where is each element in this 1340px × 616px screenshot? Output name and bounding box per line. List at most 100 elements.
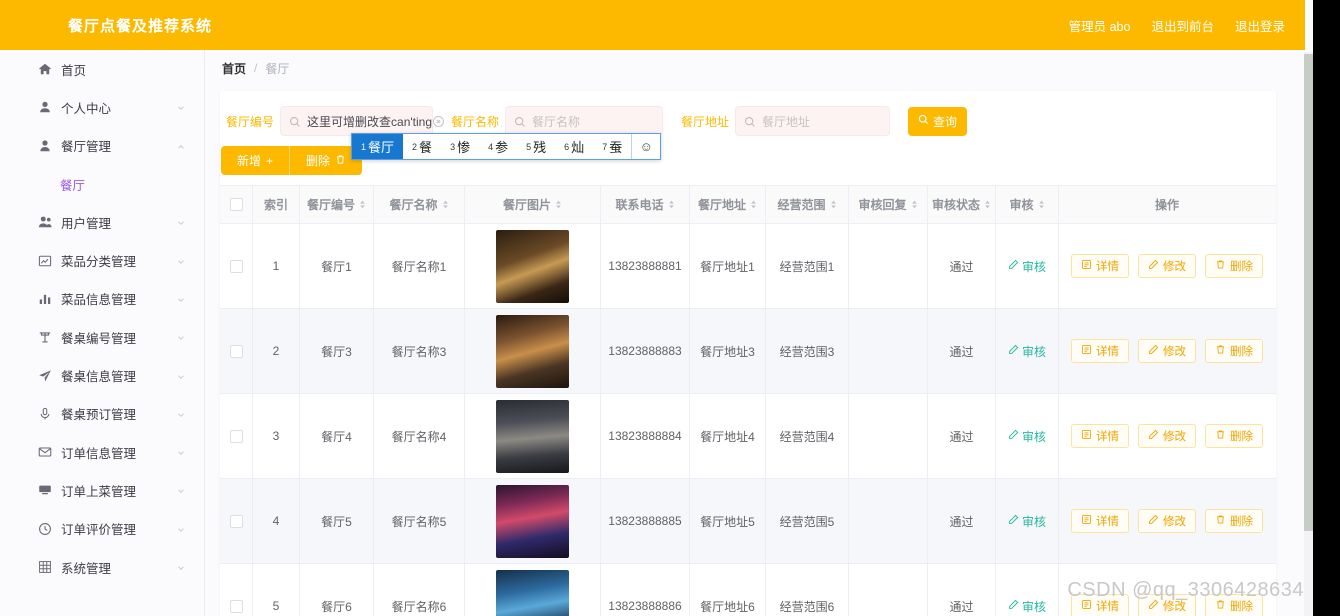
exit-to-frontend-link[interactable]: 退出到前台	[1151, 16, 1214, 35]
restaurant-no-input[interactable]: 这里可增删改查can'ting	[280, 106, 445, 136]
table-row[interactable]: 5 餐厅6 餐厅名称6 13823888886 餐厅地址6 经营范围6 通过 审核 详情 修改 删除	[220, 564, 1276, 616]
detail-button[interactable]: 详情	[1071, 424, 1129, 448]
column-header-tel[interactable]: 联系电话	[601, 186, 690, 223]
column-header-scope[interactable]: 经营范围	[766, 186, 849, 223]
row-checkbox[interactable]	[229, 429, 243, 443]
row-checkbox[interactable]	[229, 514, 243, 528]
table-icon	[38, 330, 52, 344]
sort-icon[interactable]	[359, 200, 366, 209]
ime-candidate-popup[interactable]: 1 餐厅 2 餐 3 惨 4 参 5 残 6 灿 7 蚕 ☺	[351, 133, 662, 160]
row-checkbox[interactable]	[229, 344, 243, 358]
edit-button[interactable]: 修改	[1138, 509, 1196, 533]
sidebar-item-table-info-management[interactable]: 餐桌信息管理	[0, 356, 204, 394]
clear-circle-icon[interactable]	[432, 115, 445, 128]
column-header-image[interactable]: 餐厅图片	[465, 186, 601, 223]
sort-icon[interactable]	[830, 200, 837, 209]
edit-button[interactable]: 修改	[1138, 424, 1196, 448]
cell-audit: 审核	[996, 394, 1059, 478]
ime-candidate-6[interactable]: 6灿	[555, 134, 593, 159]
sidebar-item-order-review-management[interactable]: 订单评价管理	[0, 510, 204, 548]
delete-row-button[interactable]: 删除	[1205, 594, 1263, 616]
delete-row-button[interactable]: 删除	[1205, 254, 1263, 278]
ime-candidate-1[interactable]: 1 餐厅	[352, 134, 404, 159]
cell-restaurant-no: 餐厅3	[300, 309, 374, 393]
page-scrollbar-thumb[interactable]	[1304, 54, 1313, 531]
column-header-audit[interactable]: 审核	[996, 186, 1059, 223]
send-icon	[38, 369, 52, 383]
row-select-cell	[220, 224, 253, 308]
sort-icon[interactable]	[984, 200, 991, 209]
sidebar-item-table-number-management[interactable]: 餐桌编号管理	[0, 318, 204, 356]
sort-icon[interactable]	[555, 200, 562, 209]
row-checkbox[interactable]	[229, 259, 243, 273]
sidebar-item-home[interactable]: 首页	[0, 50, 204, 88]
ime-emoji-icon[interactable]: ☺	[631, 134, 660, 159]
restaurant-name-input[interactable]: 餐厅名称	[505, 106, 664, 136]
sidebar-item-restaurant-management[interactable]: 餐厅管理	[0, 127, 204, 165]
logout-link[interactable]: 退出登录	[1235, 16, 1285, 35]
detail-button[interactable]: 详情	[1071, 594, 1129, 616]
ime-candidate-number: 2	[412, 141, 418, 152]
audit-link[interactable]: 审核	[1008, 343, 1046, 360]
chevron-down-icon	[176, 447, 186, 457]
ime-candidate-4[interactable]: 4参	[479, 134, 517, 159]
column-header-state[interactable]: 审核状态	[928, 186, 996, 223]
restaurant-photo-3[interactable]	[496, 399, 569, 473]
delete-row-button[interactable]: 删除	[1205, 424, 1263, 448]
select-all-checkbox[interactable]	[229, 198, 243, 211]
cell-restaurant-no: 餐厅5	[300, 479, 374, 563]
sidebar-item-label: 用户管理	[61, 216, 112, 231]
add-button[interactable]: 新增 +	[221, 146, 290, 175]
search-button[interactable]: 查询	[908, 106, 968, 136]
column-header-address[interactable]: 餐厅地址	[690, 186, 766, 223]
sort-icon[interactable]	[1038, 200, 1045, 209]
audit-link[interactable]: 审核	[1008, 598, 1046, 615]
sidebar-item-personal-center[interactable]: 个人中心	[0, 88, 204, 126]
restaurant-photo-4[interactable]	[496, 484, 569, 558]
restaurant-photo-5[interactable]	[496, 569, 569, 616]
cell-business-scope: 经营范围4	[766, 394, 849, 478]
column-header-no[interactable]: 餐厅编号	[300, 186, 374, 223]
audit-link[interactable]: 审核	[1008, 428, 1046, 445]
ime-candidate-7[interactable]: 7蚕	[593, 134, 631, 159]
ime-candidate-3[interactable]: 3惨	[441, 134, 479, 159]
table-row[interactable]: 3 餐厅4 餐厅名称4 13823888884 餐厅地址4 经营范围4 通过 审核 详情 修改 删除	[220, 394, 1276, 479]
delete-row-button[interactable]: 删除	[1205, 339, 1263, 363]
column-label: 审核回复	[858, 198, 907, 212]
edit-button[interactable]: 修改	[1138, 339, 1196, 363]
sidebar-item-dish-info-management[interactable]: 菜品信息管理	[0, 280, 204, 318]
table-body: 1 餐厅1 餐厅名称1 13823888881 餐厅地址1 经营范围1 通过 审核 详情 修改 删除…	[220, 224, 1276, 616]
sidebar-item-system-management[interactable]: 系统管理	[0, 548, 204, 586]
sort-icon[interactable]	[668, 200, 675, 209]
restaurant-photo-2[interactable]	[496, 314, 569, 388]
sidebar-subitem-restaurant[interactable]: 餐厅	[0, 165, 204, 203]
table-row[interactable]: 1 餐厅1 餐厅名称1 13823888881 餐厅地址1 经营范围1 通过 审核 详情 修改 删除	[220, 224, 1276, 309]
sidebar-item-dish-category-management[interactable]: 菜品分类管理	[0, 241, 204, 279]
breadcrumb-home[interactable]: 首页	[222, 60, 246, 77]
table-row[interactable]: 4 餐厅5 餐厅名称5 13823888885 餐厅地址5 经营范围5 通过 审核 详情 修改 删除	[220, 479, 1276, 564]
sort-icon[interactable]	[750, 200, 757, 209]
column-header-reply[interactable]: 审核回复	[849, 186, 928, 223]
sidebar-item-user-management[interactable]: 用户管理	[0, 203, 204, 241]
sidebar-item-order-serving-management[interactable]: 订单上菜管理	[0, 471, 204, 509]
detail-button[interactable]: 详情	[1071, 339, 1129, 363]
sidebar-item-table-reservation-management[interactable]: 餐桌预订管理	[0, 395, 204, 433]
detail-button[interactable]: 详情	[1071, 254, 1129, 278]
column-header-name[interactable]: 餐厅名称	[374, 186, 465, 223]
detail-button[interactable]: 详情	[1071, 509, 1129, 533]
audit-link[interactable]: 审核	[1008, 513, 1046, 530]
cell-address: 餐厅地址5	[690, 479, 766, 563]
sidebar-item-order-info-management[interactable]: 订单信息管理	[0, 433, 204, 471]
ime-candidate-2[interactable]: 2餐	[403, 134, 441, 159]
audit-link[interactable]: 审核	[1008, 258, 1046, 275]
sort-icon[interactable]	[911, 200, 918, 209]
table-row[interactable]: 2 餐厅3 餐厅名称3 13823888883 餐厅地址3 经营范围3 通过 审核 详情 修改 删除	[220, 309, 1276, 394]
sort-icon[interactable]	[442, 200, 449, 209]
row-checkbox[interactable]	[229, 599, 243, 613]
restaurant-photo-1[interactable]	[496, 229, 569, 303]
edit-button[interactable]: 修改	[1138, 594, 1196, 616]
ime-candidate-5[interactable]: 5残	[517, 134, 555, 159]
restaurant-address-input[interactable]: 餐厅地址	[735, 106, 891, 136]
delete-row-button[interactable]: 删除	[1205, 509, 1263, 533]
edit-button[interactable]: 修改	[1138, 254, 1196, 278]
